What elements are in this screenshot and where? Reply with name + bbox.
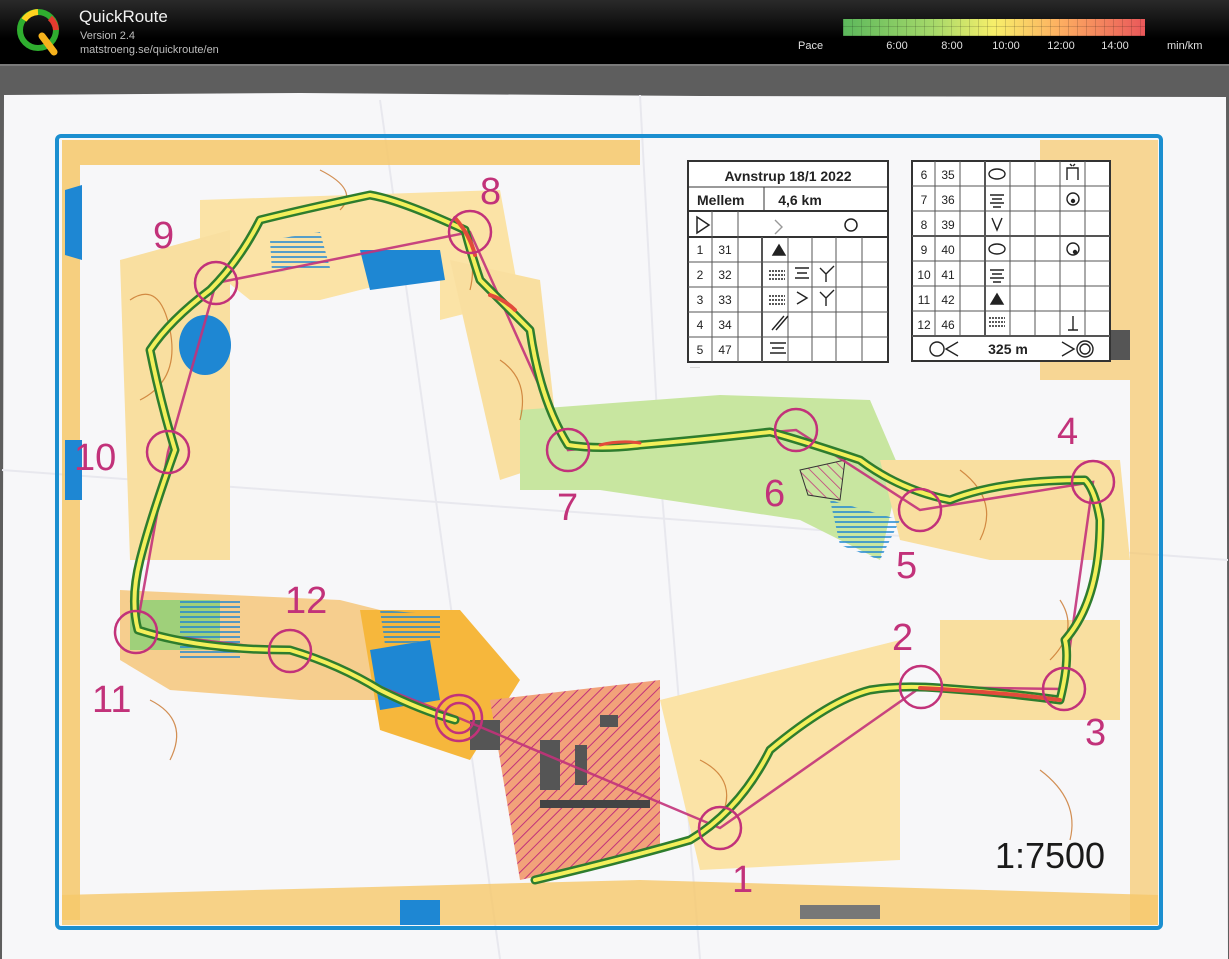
control-number: 10	[74, 437, 116, 479]
description-code: 35	[941, 168, 955, 182]
control-number: 6	[764, 473, 785, 515]
description-code: 41	[941, 268, 955, 282]
description-code: 31	[718, 243, 732, 257]
description-code: 34	[718, 318, 732, 332]
description-code: 42	[941, 293, 955, 307]
description-code: 40	[941, 243, 955, 257]
course-name: Mellem	[697, 192, 744, 208]
description-number: 3	[697, 293, 704, 307]
control-number: 2	[892, 617, 913, 659]
finish-distance: 325 m	[988, 341, 1028, 357]
control-number: 12	[285, 580, 327, 622]
description-number: 6	[921, 168, 928, 182]
description-number: 7	[921, 193, 928, 207]
description-number: 9	[921, 243, 928, 257]
description-code: 32	[718, 268, 732, 282]
map-scale: 1:7500	[995, 835, 1105, 876]
description-code: 39	[941, 218, 955, 232]
course-length: 4,6 km	[778, 192, 822, 208]
control-number: 7	[557, 487, 578, 529]
description-code: 46	[941, 318, 955, 332]
print-credit-icon: ·····	[690, 365, 700, 371]
event-title: Avnstrup 18/1 2022	[724, 168, 851, 184]
description-number: 1	[697, 243, 704, 257]
control-number: 5	[896, 545, 917, 587]
description-number: 11	[918, 293, 931, 307]
description-code: 33	[718, 293, 732, 307]
control-description-left: Avnstrup 18/1 2022 Mellem 4,6 km 1 31 2 …	[687, 160, 889, 371]
description-number: 12	[917, 318, 931, 332]
description-number: 2	[697, 268, 704, 282]
control-description-right: 6 35 7 36 8 39 9 40 10 41 11 42 12 46 32…	[911, 160, 1111, 362]
control-number: 4	[1057, 411, 1078, 453]
control-number: 8	[480, 171, 501, 213]
description-number: 10	[917, 268, 931, 282]
description-code: 47	[718, 343, 732, 357]
orienteering-map[interactable]: 1 2 3 4 5 6 7 8 9 10 11 12 Avnstrup 18/1…	[0, 0, 1229, 959]
control-number: 1	[732, 859, 753, 901]
description-number: 8	[921, 218, 928, 232]
description-code: 36	[941, 193, 955, 207]
description-number: 4	[697, 318, 704, 332]
control-number: 9	[153, 215, 174, 257]
control-number: 3	[1085, 712, 1106, 754]
control-number: 11	[92, 679, 131, 721]
description-number: 5	[697, 343, 704, 357]
